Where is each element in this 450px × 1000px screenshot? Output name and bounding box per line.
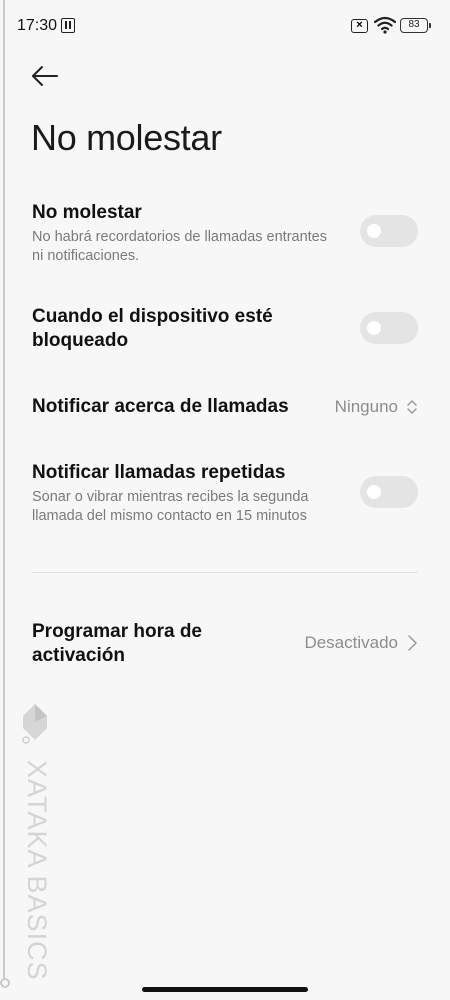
- notify-calls-selector[interactable]: Ninguno: [335, 397, 418, 417]
- section-divider: [32, 572, 418, 573]
- schedule-value[interactable]: Desactivado: [304, 633, 418, 653]
- setting-description: No habrá recordatorios de llamadas entra…: [32, 229, 327, 264]
- home-indicator[interactable]: [142, 987, 308, 992]
- repeat-calls-toggle[interactable]: [360, 476, 418, 508]
- setting-schedule[interactable]: Programar hora de activación Desactivado: [32, 620, 418, 670]
- page-title: No molestar: [31, 117, 222, 158]
- setting-repeat-calls[interactable]: Notificar llamadas repetidas Sonar o vib…: [32, 461, 418, 531]
- watermark-guide-dot: [0, 978, 10, 988]
- sort-icon: [407, 400, 417, 414]
- toggle-knob: [367, 224, 381, 238]
- watermark-guide-line: [3, 0, 5, 984]
- setting-notify-calls[interactable]: Notificar acerca de llamadas Ninguno: [32, 395, 418, 423]
- xataka-logo-icon: [22, 704, 47, 744]
- when-locked-toggle[interactable]: [360, 312, 418, 344]
- arrow-left-icon: [32, 66, 58, 86]
- wifi-icon: [374, 16, 396, 34]
- status-bar: 17:30 × 83: [0, 0, 450, 52]
- setting-title: Cuando el dispositivo esté bloqueado: [32, 306, 273, 351]
- watermark-label: XATAKA BASICS: [22, 760, 52, 981]
- status-time: 17:30: [17, 17, 58, 34]
- no-sim-icon: ×: [351, 19, 368, 33]
- nfc-icon: [61, 18, 75, 33]
- setting-do-not-disturb[interactable]: No molestar No habrá recordatorios de ll…: [32, 201, 418, 271]
- setting-when-locked[interactable]: Cuando el dispositivo esté bloqueado: [32, 305, 418, 355]
- setting-title: Programar hora de activación: [32, 621, 202, 666]
- setting-title: Notificar llamadas repetidas: [32, 462, 286, 483]
- setting-description: Sonar o vibrar mientras recibes la segun…: [32, 489, 309, 524]
- setting-value: Desactivado: [304, 633, 398, 652]
- setting-value: Ninguno: [334, 397, 398, 416]
- battery-icon: 83: [400, 18, 431, 33]
- watermark-text: XATAKA BASICS: [18, 760, 54, 981]
- setting-title: No molestar: [32, 202, 142, 223]
- chevron-right-icon: [408, 635, 417, 651]
- back-button[interactable]: [30, 62, 62, 90]
- toggle-knob: [367, 485, 381, 499]
- do-not-disturb-toggle[interactable]: [360, 215, 418, 247]
- setting-title: Notificar acerca de llamadas: [32, 396, 289, 417]
- toggle-knob: [367, 321, 381, 335]
